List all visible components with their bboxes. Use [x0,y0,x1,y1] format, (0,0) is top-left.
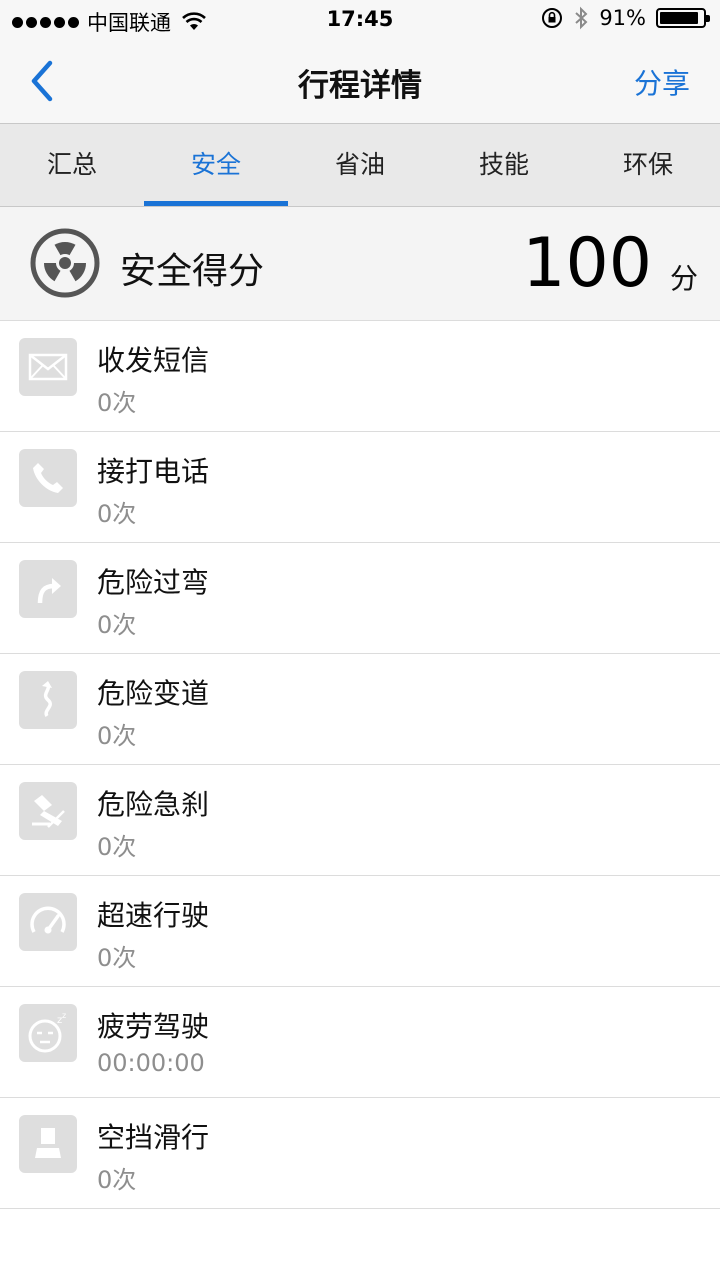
tab-bar: 汇总 安全 省油 技能 环保 [0,124,720,207]
phone-icon [19,449,77,507]
score-value: 100 [522,224,652,303]
share-button[interactable]: 分享 [634,62,690,102]
item-value: 0次 [97,944,137,972]
item-title: 超速行驶 [97,899,210,932]
hard-brake-icon [19,782,77,840]
score-unit: 分 [669,262,698,295]
tab-fuel-saving[interactable]: 省油 [288,124,432,206]
battery-level [660,12,699,24]
item-title: 空挡滑行 [97,1121,210,1154]
tab-eco[interactable]: 环保 [576,124,720,206]
tab-summary[interactable]: 汇总 [0,124,144,206]
score-label: 安全得分 [120,251,265,292]
list-item-fatigue-driving[interactable]: z z 疲劳驾驶 00:00:00 [0,987,720,1098]
item-value: 0次 [97,611,137,639]
status-right: 91% [541,6,710,30]
item-title: 危险变道 [97,677,210,710]
battery-percent: 91% [599,6,646,30]
envelope-icon [19,338,77,396]
safety-event-list: 收发短信 0次 接打电话 0次 危险过弯 0次 危险变道 0次 危险急刹 0次 … [0,321,720,1209]
sharp-turn-icon [19,560,77,618]
item-value: 0次 [97,389,137,417]
item-value: 0次 [97,833,137,861]
item-title: 危险过弯 [97,566,210,599]
bluetooth-icon [575,6,588,30]
page-title: 行程详情 [298,68,422,104]
list-item-speeding[interactable]: 超速行驶 0次 [0,876,720,987]
item-value: 0次 [97,722,137,750]
radiation-icon [30,228,100,298]
item-title: 接打电话 [97,455,210,488]
svg-text:z: z [62,1011,66,1020]
sleepy-face-icon: z z [19,1004,77,1062]
list-item-hard-brake[interactable]: 危险急刹 0次 [0,765,720,876]
item-value: 0次 [97,500,137,528]
list-item-sharp-turn[interactable]: 危险过弯 0次 [0,543,720,654]
navigation-bar: 行程详情 分享 [0,40,720,124]
list-item-phone-call[interactable]: 接打电话 0次 [0,432,720,543]
list-item-sms[interactable]: 收发短信 0次 [0,321,720,432]
list-item-lane-change[interactable]: 危险变道 0次 [0,654,720,765]
battery-icon [656,8,710,28]
tab-skill[interactable]: 技能 [432,124,576,206]
status-bar: 中国联通 17:45 91% [0,0,720,40]
lane-change-icon [19,671,77,729]
tab-safety[interactable]: 安全 [144,124,288,206]
safety-score-header: 安全得分 100 分 [0,207,720,321]
rotation-lock-icon [542,8,563,28]
speedometer-icon [19,893,77,951]
item-title: 疲劳驾驶 [97,1010,210,1043]
item-title: 收发短信 [97,344,210,377]
neutral-coast-icon [19,1115,77,1173]
item-value: 0次 [97,1166,137,1194]
item-title: 危险急刹 [97,788,210,821]
item-value: 00:00:00 [97,1049,205,1077]
list-item-neutral-coasting[interactable]: 空挡滑行 0次 [0,1098,720,1209]
